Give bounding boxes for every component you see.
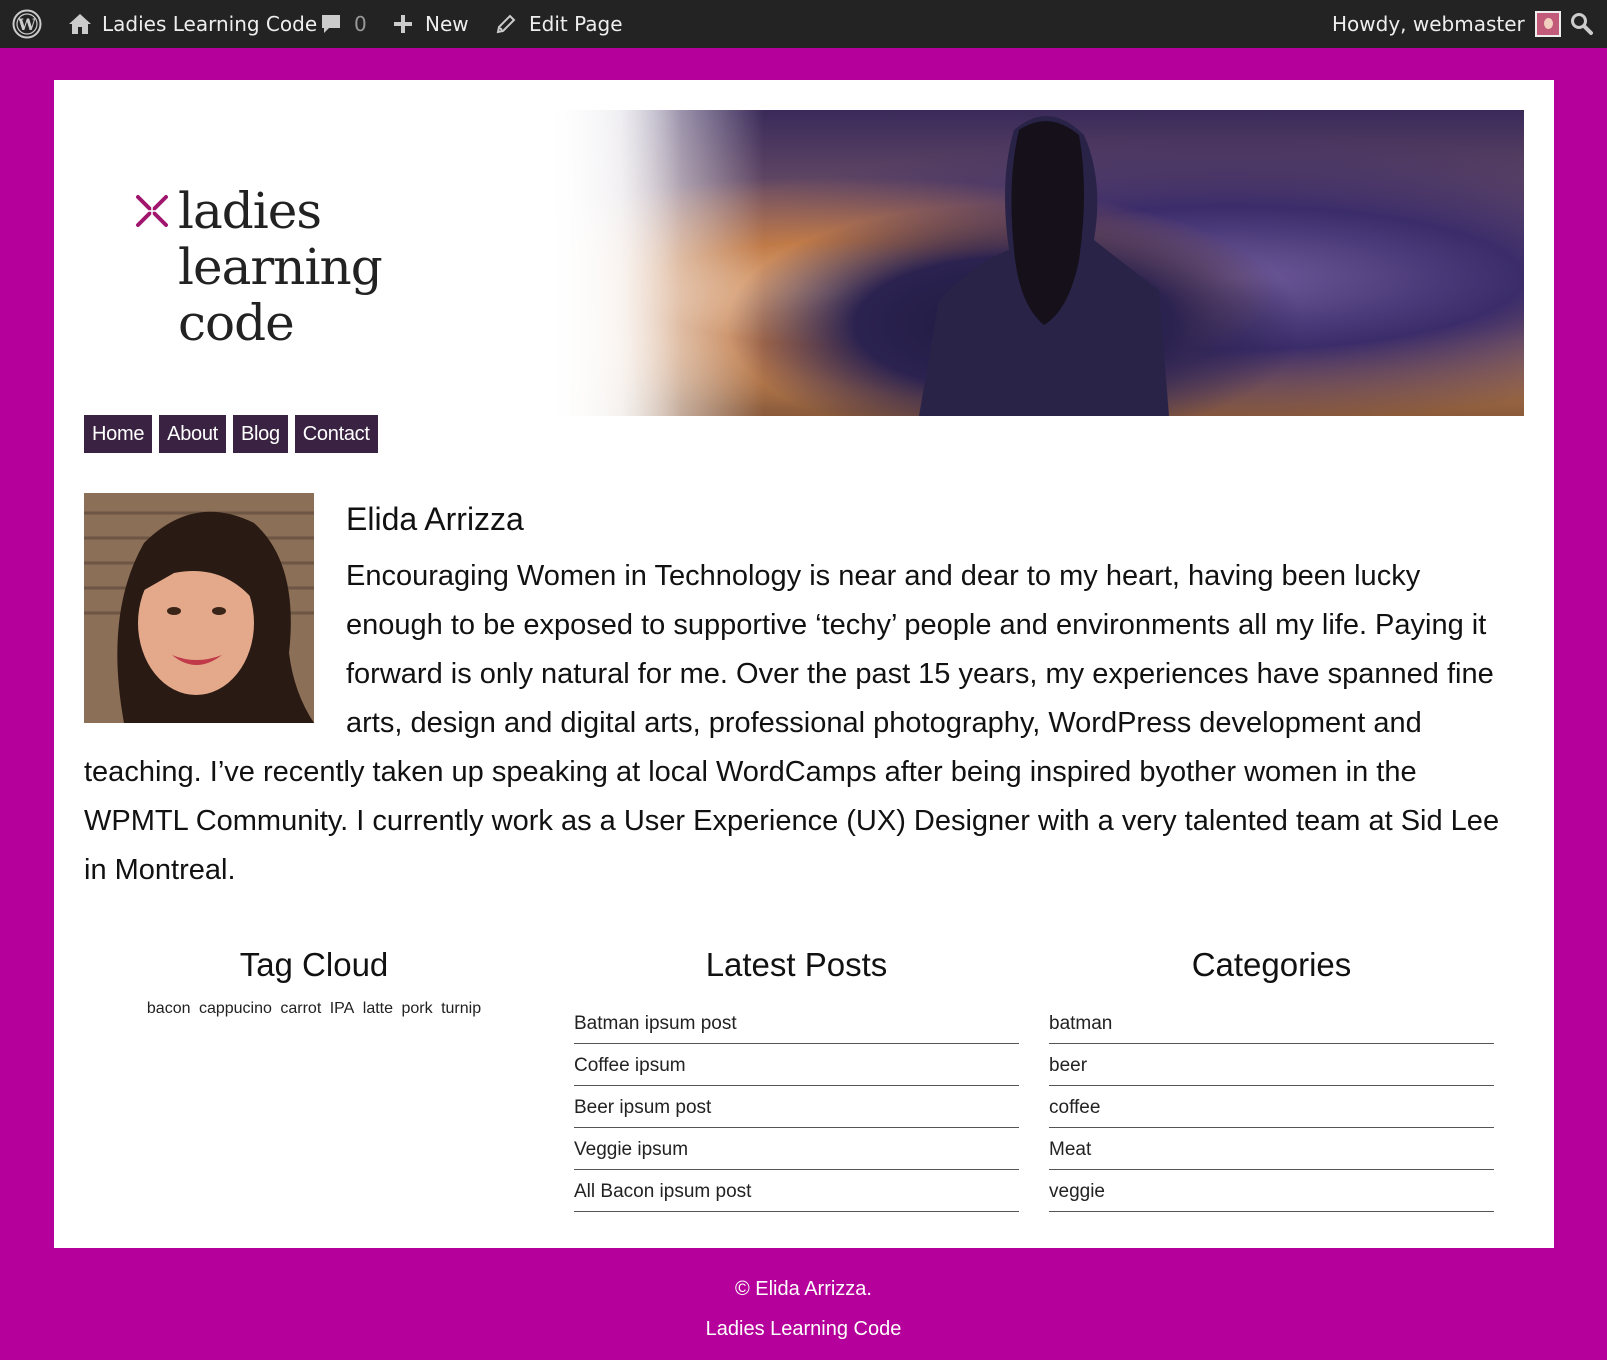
nav-home[interactable]: Home — [84, 415, 153, 453]
search-icon[interactable] — [1570, 0, 1594, 48]
edit-page-link[interactable]: Edit Page — [495, 0, 623, 48]
post-link[interactable]: Coffee ipsum — [574, 1046, 1019, 1086]
tag-cloud: bacon cappucino carrot IPA latte pork tu… — [84, 1000, 544, 1018]
wordpress-logo-icon[interactable]: W — [12, 0, 42, 48]
main-navigation: Home About Blog Contact — [84, 415, 378, 453]
site-logo[interactable]: ladies learning code — [132, 183, 452, 353]
category-link[interactable]: veggie — [1049, 1172, 1494, 1212]
categories-widget: Categories batman beer coffee Meat veggi… — [1049, 940, 1494, 1214]
logo-line: learning — [178, 238, 383, 296]
nav-contact[interactable]: Contact — [294, 415, 378, 453]
comment-bubble-icon — [320, 13, 342, 35]
header-photo — [544, 110, 1524, 416]
category-link[interactable]: batman — [1049, 1004, 1494, 1044]
plus-icon — [393, 14, 413, 34]
footer-copyright: © Elida Arrizza. — [734, 1278, 872, 1300]
comments-link[interactable]: 0 — [320, 0, 367, 48]
site-home-link[interactable]: Ladies Learning Code — [68, 0, 317, 48]
home-icon — [68, 13, 92, 35]
pencil-icon — [495, 13, 517, 35]
bio-section: Elida Arrizza Encouraging Women in Techn… — [84, 498, 1524, 895]
nav-about[interactable]: About — [159, 415, 226, 453]
tag-link[interactable]: pork — [401, 1000, 432, 1017]
latest-posts-widget: Latest Posts Batman ipsum post Coffee ip… — [574, 940, 1019, 1214]
tag-link[interactable]: cappucino — [199, 1000, 272, 1017]
howdy-text: Howdy, webmaster — [1332, 12, 1525, 36]
admin-bar: W Ladies Learning Code 0 New Edit Page H… — [0, 0, 1607, 48]
site-name: Ladies Learning Code — [102, 12, 318, 36]
tag-link[interactable]: carrot — [280, 1000, 321, 1017]
category-link[interactable]: coffee — [1049, 1088, 1494, 1128]
new-label: New — [425, 12, 469, 36]
new-content-link[interactable]: New — [393, 0, 469, 48]
post-link[interactable]: Beer ipsum post — [574, 1088, 1019, 1128]
post-link[interactable]: Batman ipsum post — [574, 1004, 1019, 1044]
latest-posts-list: Batman ipsum post Coffee ipsum Beer ipsu… — [574, 1004, 1019, 1212]
post-link[interactable]: All Bacon ipsum post — [574, 1172, 1019, 1212]
tag-cloud-widget: Tag Cloud bacon cappucino carrot IPA lat… — [84, 940, 544, 1018]
avatar — [1534, 11, 1561, 37]
photo-spacer — [84, 498, 346, 738]
tag-link[interactable]: IPA — [330, 1000, 355, 1017]
widget-title: Categories — [1191, 946, 1352, 983]
category-link[interactable]: beer — [1049, 1046, 1494, 1086]
category-link[interactable]: Meat — [1049, 1130, 1494, 1170]
account-menu[interactable]: Howdy, webmaster — [1332, 0, 1561, 48]
nav-blog[interactable]: Blog — [232, 415, 288, 453]
tag-link[interactable]: turnip — [441, 1000, 481, 1017]
logo-text: ladies learning code — [178, 182, 383, 352]
footer-site-link[interactable]: Ladies Learning Code — [0, 1318, 1607, 1341]
categories-list: batman beer coffee Meat veggie — [1049, 1004, 1494, 1212]
logo-line: ladies — [178, 182, 322, 240]
comments-count: 0 — [354, 12, 367, 36]
logo-line: code — [178, 294, 295, 352]
edit-page-label: Edit Page — [529, 12, 623, 36]
svg-text:W: W — [17, 15, 37, 34]
page-container: ladies learning code Home About Blog Con… — [54, 80, 1554, 1248]
tag-link[interactable]: bacon — [147, 1000, 191, 1017]
logo-mark-icon — [132, 191, 172, 236]
post-link[interactable]: Veggie ipsum — [574, 1130, 1019, 1170]
widget-title: Tag Cloud — [239, 946, 389, 983]
widget-title: Latest Posts — [705, 946, 888, 983]
header-photo-figure — [919, 116, 1169, 416]
tag-link[interactable]: latte — [363, 1000, 393, 1017]
